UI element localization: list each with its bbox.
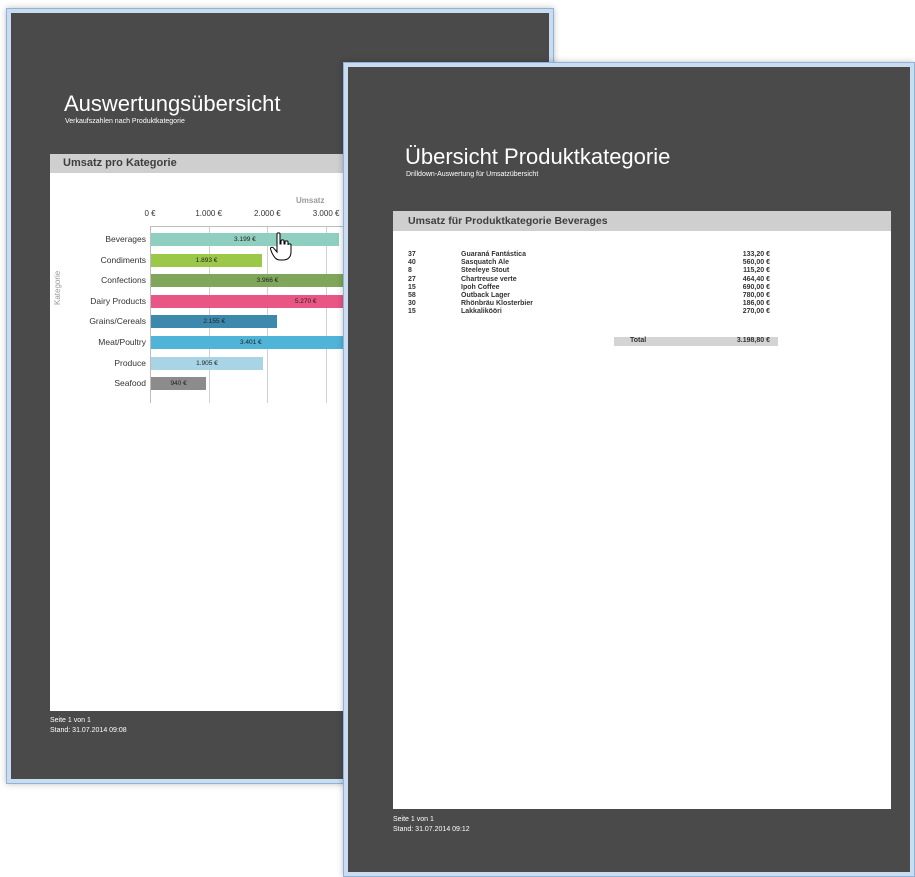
table-row[interactable]: 27 Chartreuse verte 464,40 € <box>393 276 891 284</box>
product-cell: Steeleye Stout <box>461 267 510 275</box>
gridline <box>326 226 328 403</box>
category-label: Dairy Products <box>90 295 146 306</box>
x-tick-label: 3.000 € <box>312 209 340 218</box>
product-cell: Ipoh Coffee <box>461 283 500 291</box>
qty-cell: 30 <box>408 300 416 308</box>
table-row[interactable]: 8 Steeleye Stout 115,20 € <box>393 267 891 275</box>
bar-seafood[interactable]: 940 € <box>151 377 207 391</box>
table-row[interactable]: 58 Outback Lager 780,00 € <box>393 292 891 300</box>
bar-beverages[interactable]: 3.199 € <box>151 233 339 246</box>
category-label: Meat/Poultry <box>98 337 146 347</box>
product-cell: Outback Lager <box>461 292 511 299</box>
bar-value-label: 2.155 € <box>203 318 226 326</box>
product-cell: Sasquatch Ale <box>461 259 509 267</box>
report-footer: Seite 1 von 1 Stand: 31.07.2014 09:08 <box>50 716 127 736</box>
product-cell: Rhönbräu Klosterbier <box>461 300 533 308</box>
qty-cell: 40 <box>408 259 416 267</box>
y-axis-line <box>150 226 151 403</box>
footer-date: Stand: 31.07.2014 09:08 <box>50 727 127 734</box>
bar-value-label: 1.893 € <box>195 256 218 264</box>
total-label: Total <box>630 337 647 344</box>
drilldown-title: Übersicht Produktkategorie <box>405 144 671 169</box>
qty-cell: 15 <box>408 308 416 316</box>
report-window-drilldown[interactable]: Übersicht Produktkategorie Drilldown-Aus… <box>343 62 915 877</box>
product-cell: Guaraná Fantástica <box>461 251 526 258</box>
product-cell: Lakkalikööri <box>461 308 502 316</box>
footer-page: Seite 1 von 1 <box>50 717 91 724</box>
qty-cell: 8 <box>408 267 412 275</box>
category-label: Produce <box>114 357 146 368</box>
total-value: 3.198,80 € <box>736 337 770 344</box>
bar-condiments[interactable]: 1.893 € <box>151 253 263 267</box>
category-label: Condiments <box>100 254 146 265</box>
x-tick-label: 1.000 € <box>195 209 223 218</box>
table-row[interactable]: 40 Sasquatch Ale 560,00 € <box>393 259 891 267</box>
report-canvas: Übersicht Produktkategorie Drilldown-Aus… <box>348 67 910 872</box>
amount-cell: 270,00 € <box>742 308 770 316</box>
category-label: Beverages <box>105 234 146 244</box>
x-tick-label: 2.000 € <box>254 209 281 218</box>
x-tick-label: 0 € <box>144 209 156 218</box>
amount-cell: 690,00 € <box>742 283 770 291</box>
bar-value-label: 3.401 € <box>239 339 262 346</box>
product-cell: Chartreuse verte <box>461 275 517 283</box>
category-label: Confections <box>101 275 146 286</box>
bar-value-label: 1.905 € <box>196 359 218 367</box>
product-table: Total 3.198,80 € 37 Guaraná Fantástica 133… <box>393 211 891 809</box>
table-row[interactable]: 37 Guaraná Fantástica 133,20 € <box>393 251 891 259</box>
qty-cell: 37 <box>408 251 416 258</box>
amount-cell: 133,20 € <box>742 251 770 258</box>
bar-value-label: 940 € <box>170 380 187 388</box>
bar-value-label: 3.199 € <box>234 236 256 243</box>
report-title: Auswertungsübersicht <box>64 91 281 116</box>
amount-cell: 560,00 € <box>742 259 770 267</box>
drilldown-paper: Umsatz für Produktkategorie Beverages To… <box>393 211 891 809</box>
drilldown-footer: Seite 1 von 1 Stand: 31.07.2014 09:12 <box>393 815 470 835</box>
bar-grains-cereals[interactable]: 2.155 € <box>151 315 278 329</box>
report-subtitle: Verkaufszahlen nach Produktkategorie <box>65 118 185 125</box>
amount-cell: 464,40 € <box>742 275 770 283</box>
footer-date: Stand: 31.07.2014 09:12 <box>393 826 470 833</box>
hand-pointer-icon <box>270 232 292 261</box>
qty-cell: 27 <box>408 275 416 283</box>
amount-cell: 115,20 € <box>743 267 770 275</box>
qty-cell: 15 <box>408 283 416 291</box>
qty-cell: 58 <box>408 292 416 299</box>
total-row: Total 3.198,80 € <box>393 337 891 345</box>
table-row[interactable]: 15 Lakkalikööri 270,00 € <box>393 308 891 316</box>
table-row[interactable]: 30 Rhönbräu Klosterbier 186,00 € <box>393 300 891 308</box>
amount-cell: 780,00 € <box>742 292 770 299</box>
category-label: Seafood <box>114 378 146 389</box>
table-row[interactable]: 15 Ipoh Coffee 690,00 € <box>393 284 891 292</box>
bar-meat-poultry[interactable]: 3.401 € <box>151 336 351 349</box>
footer-page: Seite 1 von 1 <box>393 816 434 823</box>
bar-produce[interactable]: 1.905 € <box>151 356 263 370</box>
drilldown-subtitle: Drilldown-Auswertung für Umsatzübersicht <box>406 171 539 178</box>
amount-cell: 186,00 € <box>742 300 770 308</box>
category-label: Grains/Cereals <box>89 316 146 327</box>
